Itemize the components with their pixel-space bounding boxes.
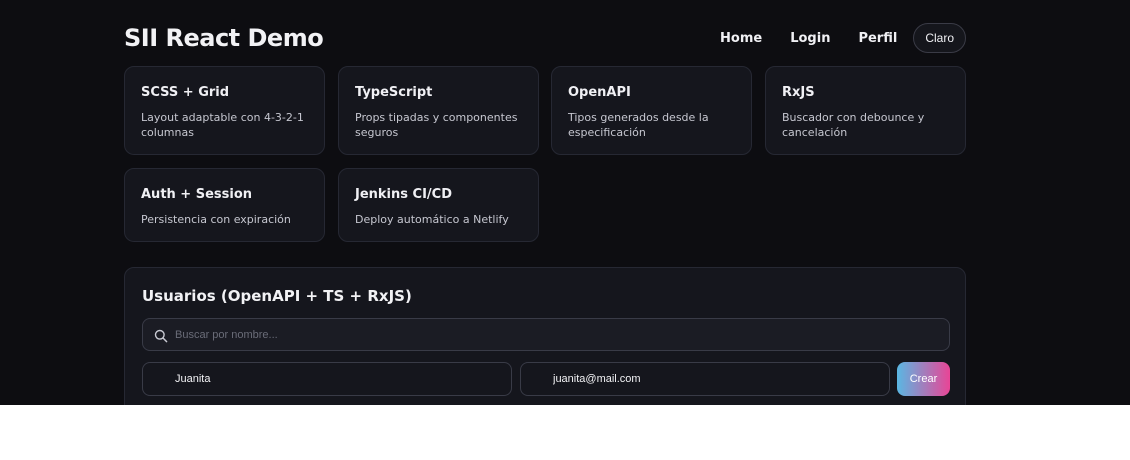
users-panel-title: Usuarios (OpenAPI + TS + RxJS) [142, 287, 412, 305]
feature-card-description: Props tipadas y componentes seguros [355, 111, 518, 139]
feature-card-description: Buscador con debounce y cancelación [782, 111, 925, 139]
email-field-wrapper [520, 362, 890, 396]
name-input[interactable] [175, 363, 495, 395]
feature-card: OpenAPI Tipos generados desde la especif… [551, 66, 752, 155]
feature-card-title: TypeScript [355, 85, 433, 100]
feature-card-title: RxJS [782, 85, 815, 100]
feature-card: RxJS Buscador con debounce y cancelación [765, 66, 966, 155]
search-icon [154, 328, 168, 343]
feature-card: SCSS + Grid Layout adaptable con 4-3-2-1… [124, 66, 325, 155]
feature-card: TypeScript Props tipadas y componentes s… [338, 66, 539, 155]
main-nav: Home Login Perfil Claro [720, 23, 966, 53]
theme-toggle-button[interactable]: Claro [913, 23, 966, 53]
nav-link-login[interactable]: Login [790, 31, 830, 46]
feature-card-description: Deploy automático a Netlify [355, 213, 509, 226]
app-title: SII React Demo [124, 24, 324, 52]
nav-link-home[interactable]: Home [720, 31, 762, 46]
feature-card-title: SCSS + Grid [141, 85, 230, 100]
create-user-button[interactable]: Crear [897, 362, 950, 396]
email-input[interactable] [553, 363, 873, 395]
name-field-wrapper [142, 362, 512, 396]
search-input[interactable] [175, 319, 935, 350]
feature-card-title: Jenkins CI/CD [355, 187, 452, 202]
feature-card-description: Persistencia con expiración [141, 213, 291, 226]
top-bar: SII React Demo Home Login Perfil Claro [124, 18, 966, 58]
feature-card-description: Tipos generados desde la especificación [568, 111, 709, 139]
nav-link-perfil[interactable]: Perfil [858, 31, 897, 46]
feature-card: Jenkins CI/CD Deploy automático a Netlif… [338, 168, 539, 242]
feature-card-title: OpenAPI [568, 85, 631, 100]
search-box [142, 318, 950, 351]
feature-card: Auth + Session Persistencia con expiraci… [124, 168, 325, 242]
users-panel: Usuarios (OpenAPI + TS + RxJS) Crear [124, 267, 966, 405]
feature-card-title: Auth + Session [141, 187, 253, 202]
feature-card-description: Layout adaptable con 4-3-2-1 columnas [141, 111, 304, 139]
app-shell: SII React Demo Home Login Perfil Claro S… [0, 0, 1130, 405]
